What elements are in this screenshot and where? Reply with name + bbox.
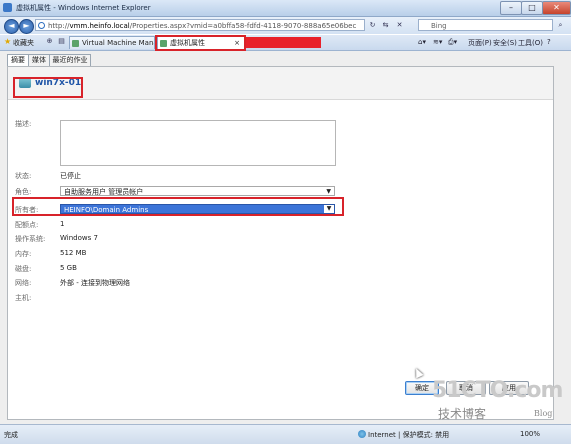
forward-arrow-icon: ► (23, 21, 30, 30)
tab-media[interactable]: 媒体 (28, 54, 50, 66)
search-provider: Bing (431, 22, 447, 30)
summary-panel: win7x-01 描述: 状态: 已停止 角色: 自助服务用户 管理员帐户 ▼ … (7, 66, 554, 420)
status-label: 状态: (15, 172, 32, 180)
url-path: /Properties.aspx?vmid=a0bffa58-fdfd-4118… (129, 22, 357, 30)
memory-value: 512 MB (60, 249, 87, 257)
quota-value: 1 (60, 220, 65, 228)
tab-label: Virtual Machine Mana... (82, 39, 154, 47)
zoom-level[interactable]: 100% (520, 430, 540, 438)
tab-highlight-box (155, 35, 246, 51)
quota-label: 配额点: (15, 221, 39, 229)
redacted-bar (246, 37, 321, 48)
security-zone[interactable]: Internet | 保护模式: 禁用 (368, 430, 449, 440)
search-box[interactable]: Bing (418, 19, 553, 31)
back-arrow-icon: ◄ (8, 21, 15, 30)
home-icon[interactable]: ⌂▾ (418, 38, 426, 46)
watermark-blog: Blog (534, 409, 553, 418)
refresh-icon[interactable]: ↻ (367, 20, 378, 31)
favorites-add-icon[interactable]: ⊕ (44, 36, 55, 47)
stop-icon[interactable]: ✕ (394, 20, 405, 31)
description-label: 描述: (15, 120, 32, 128)
disk-label: 磁盘: (15, 265, 32, 273)
role-selected-value: 自助服务用户 管理员帐户 (64, 188, 144, 196)
network-value: 外部 - 连接到物理网络 (60, 279, 130, 287)
disk-value: 5 GB (60, 264, 77, 272)
url-prefix: http:// (48, 22, 70, 30)
tab-page-icon (72, 40, 79, 47)
watermark-logo: 51CTO.com (432, 378, 563, 403)
page-menu[interactable]: 页面(P) (468, 38, 492, 48)
tab-recent-jobs[interactable]: 最近的作业 (49, 54, 91, 66)
tools-menu[interactable]: 工具(O) (518, 38, 543, 48)
watermark-text: 技术博客 (438, 407, 487, 421)
safety-menu[interactable]: 安全(S) (493, 38, 517, 48)
host-label: 主机: (15, 294, 32, 302)
forward-button[interactable]: ► (19, 19, 34, 34)
address-bar[interactable]: http://vmm.heinfo.local/Properties.aspx?… (35, 19, 365, 31)
status-bar: 完成 Internet | 保护模式: 禁用 100% (0, 424, 571, 444)
print-icon[interactable]: ⎙▾ (448, 38, 457, 47)
back-button[interactable]: ◄ (4, 19, 19, 34)
page-icon (38, 22, 45, 29)
os-value: Windows 7 (60, 234, 98, 242)
window-title-bar: 虚拟机属性 - Windows Internet Explorer – □ ✕ (0, 0, 571, 17)
maximize-button[interactable]: □ (521, 1, 543, 15)
network-label: 网络: (15, 279, 32, 287)
status-value: 已停止 (60, 172, 81, 180)
help-menu[interactable]: ? (547, 38, 551, 46)
maximize-icon: □ (528, 3, 536, 12)
memory-label: 内存: (15, 250, 32, 258)
owner-highlight-box (12, 197, 344, 216)
minimize-button[interactable]: – (500, 1, 522, 15)
url-domain: vmm.heinfo.local (69, 22, 130, 30)
status-text: 完成 (4, 431, 18, 439)
compatibility-icon[interactable]: ⇆ (380, 20, 391, 31)
vm-header: win7x-01 (8, 67, 553, 100)
address-toolbar: ◄ ► http://vmm.heinfo.local/Properties.a… (0, 17, 571, 34)
minimize-icon: – (509, 3, 513, 12)
ie-icon (3, 3, 12, 12)
role-select[interactable]: 自助服务用户 管理员帐户 ▼ (60, 186, 335, 196)
favorites-button[interactable]: 收藏夹 (13, 38, 34, 48)
chevron-down-icon: ▼ (326, 188, 331, 195)
os-label: 操作系统: (15, 235, 46, 243)
feeds-icon[interactable]: ≋▾ (433, 38, 442, 46)
search-icon[interactable]: ⌕ (555, 20, 566, 31)
favorites-star-icon[interactable]: ★ (4, 37, 11, 46)
role-label: 角色: (15, 188, 32, 196)
description-field[interactable] (60, 120, 336, 166)
vm-name-highlight-box (13, 77, 83, 98)
page-content: 摘要 媒体 最近的作业 win7x-01 描述: 状态: 已停止 角色: 自助服… (0, 51, 571, 424)
globe-icon (358, 430, 366, 438)
tab-virtual-machine-manager[interactable]: Virtual Machine Mana... (69, 36, 155, 49)
close-icon: ✕ (553, 3, 560, 12)
tab-list-icon[interactable]: ▤ (56, 36, 67, 47)
close-button[interactable]: ✕ (542, 1, 571, 15)
window-title: 虚拟机属性 - Windows Internet Explorer (16, 4, 151, 12)
